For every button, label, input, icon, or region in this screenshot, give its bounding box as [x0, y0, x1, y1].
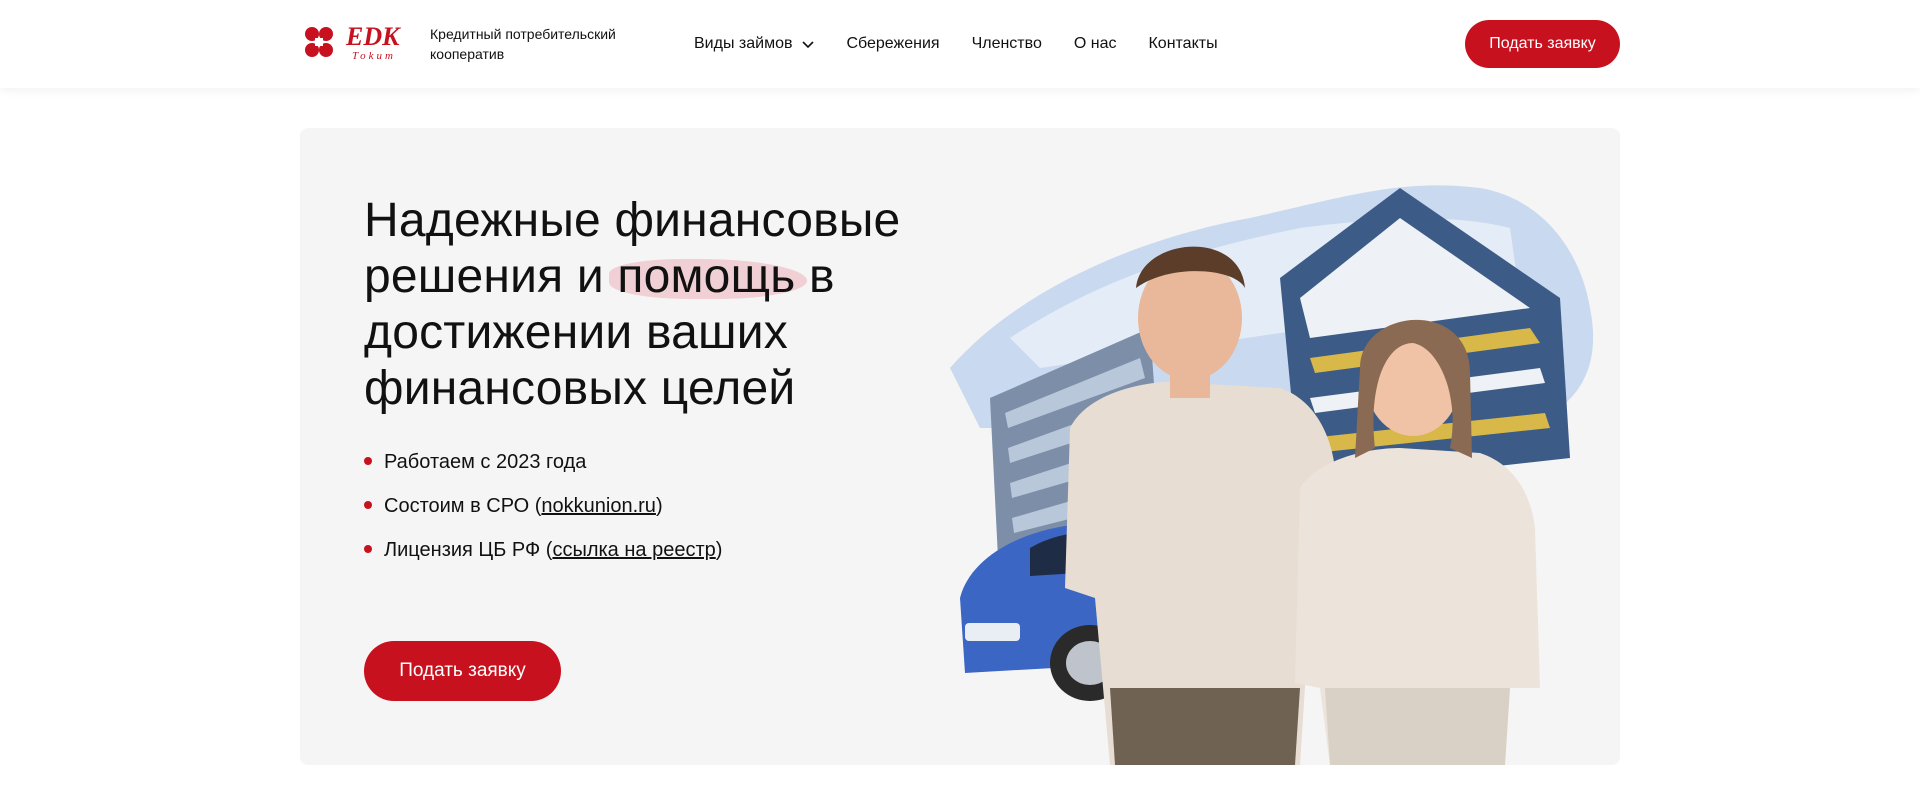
feature-text-prefix: Лицензия ЦБ РФ ( — [384, 539, 553, 561]
logo-icon — [305, 27, 333, 57]
apply-button-header[interactable]: Подать заявку — [1465, 20, 1620, 68]
main-nav: Виды займов Сбережения Членство О нас Ко… — [694, 32, 1250, 56]
nav-item-label: Членство — [971, 35, 1042, 52]
bullet-icon — [364, 501, 372, 509]
feature-list: Работаем с 2023 года Состоим в СРО (nokk… — [364, 448, 724, 580]
logo[interactable]: EDK Tokum — [300, 20, 410, 66]
site-header: EDK Tokum Кредитный потребительский кооп… — [0, 0, 1920, 88]
bullet-icon — [364, 457, 372, 465]
org-name: Кредитный потребительский кооператив — [430, 26, 616, 62]
feature-text-suffix: ) — [655, 495, 663, 517]
list-item: Лицензия ЦБ РФ (ссылка на реестр) — [364, 536, 724, 564]
nav-item-label: Виды займов — [694, 35, 793, 52]
logo-subtext: Tokum — [352, 50, 396, 62]
list-item: Работаем с 2023 года — [364, 448, 724, 476]
apply-button-hero[interactable]: Подать заявку — [364, 641, 561, 701]
sro-link[interactable]: nokkunion.ru — [541, 495, 656, 517]
registry-link[interactable]: ссылка на реестр — [552, 539, 715, 561]
nav-item-savings[interactable]: Сбережения — [846, 32, 939, 56]
feature-text-suffix: ) — [715, 539, 723, 561]
feature-text: Работаем с 2023 года — [384, 451, 587, 473]
hero-illustration — [950, 185, 1594, 765]
nav-item-membership[interactable]: Членство — [972, 32, 1042, 56]
nav-item-label: Контакты — [1148, 35, 1218, 52]
nav-item-label: О нас — [1073, 35, 1117, 52]
hero-title-highlight: помощь — [609, 250, 808, 303]
hero-section: Надежные финансовые решения и помощь в д… — [300, 128, 1620, 765]
bullet-icon — [364, 545, 372, 553]
nav-item-loans[interactable]: Виды займов — [694, 32, 815, 56]
nav-item-about[interactable]: О нас — [1074, 32, 1117, 56]
feature-text-prefix: Состоим в СРО ( — [384, 495, 542, 517]
logo-wordmark: EDK — [345, 22, 401, 51]
chevron-down-icon — [802, 41, 815, 49]
nav-item-label: Сбережения — [846, 35, 940, 52]
nav-item-contacts[interactable]: Контакты — [1148, 32, 1217, 56]
list-item: Состоим в СРО (nokkunion.ru) — [364, 492, 724, 520]
